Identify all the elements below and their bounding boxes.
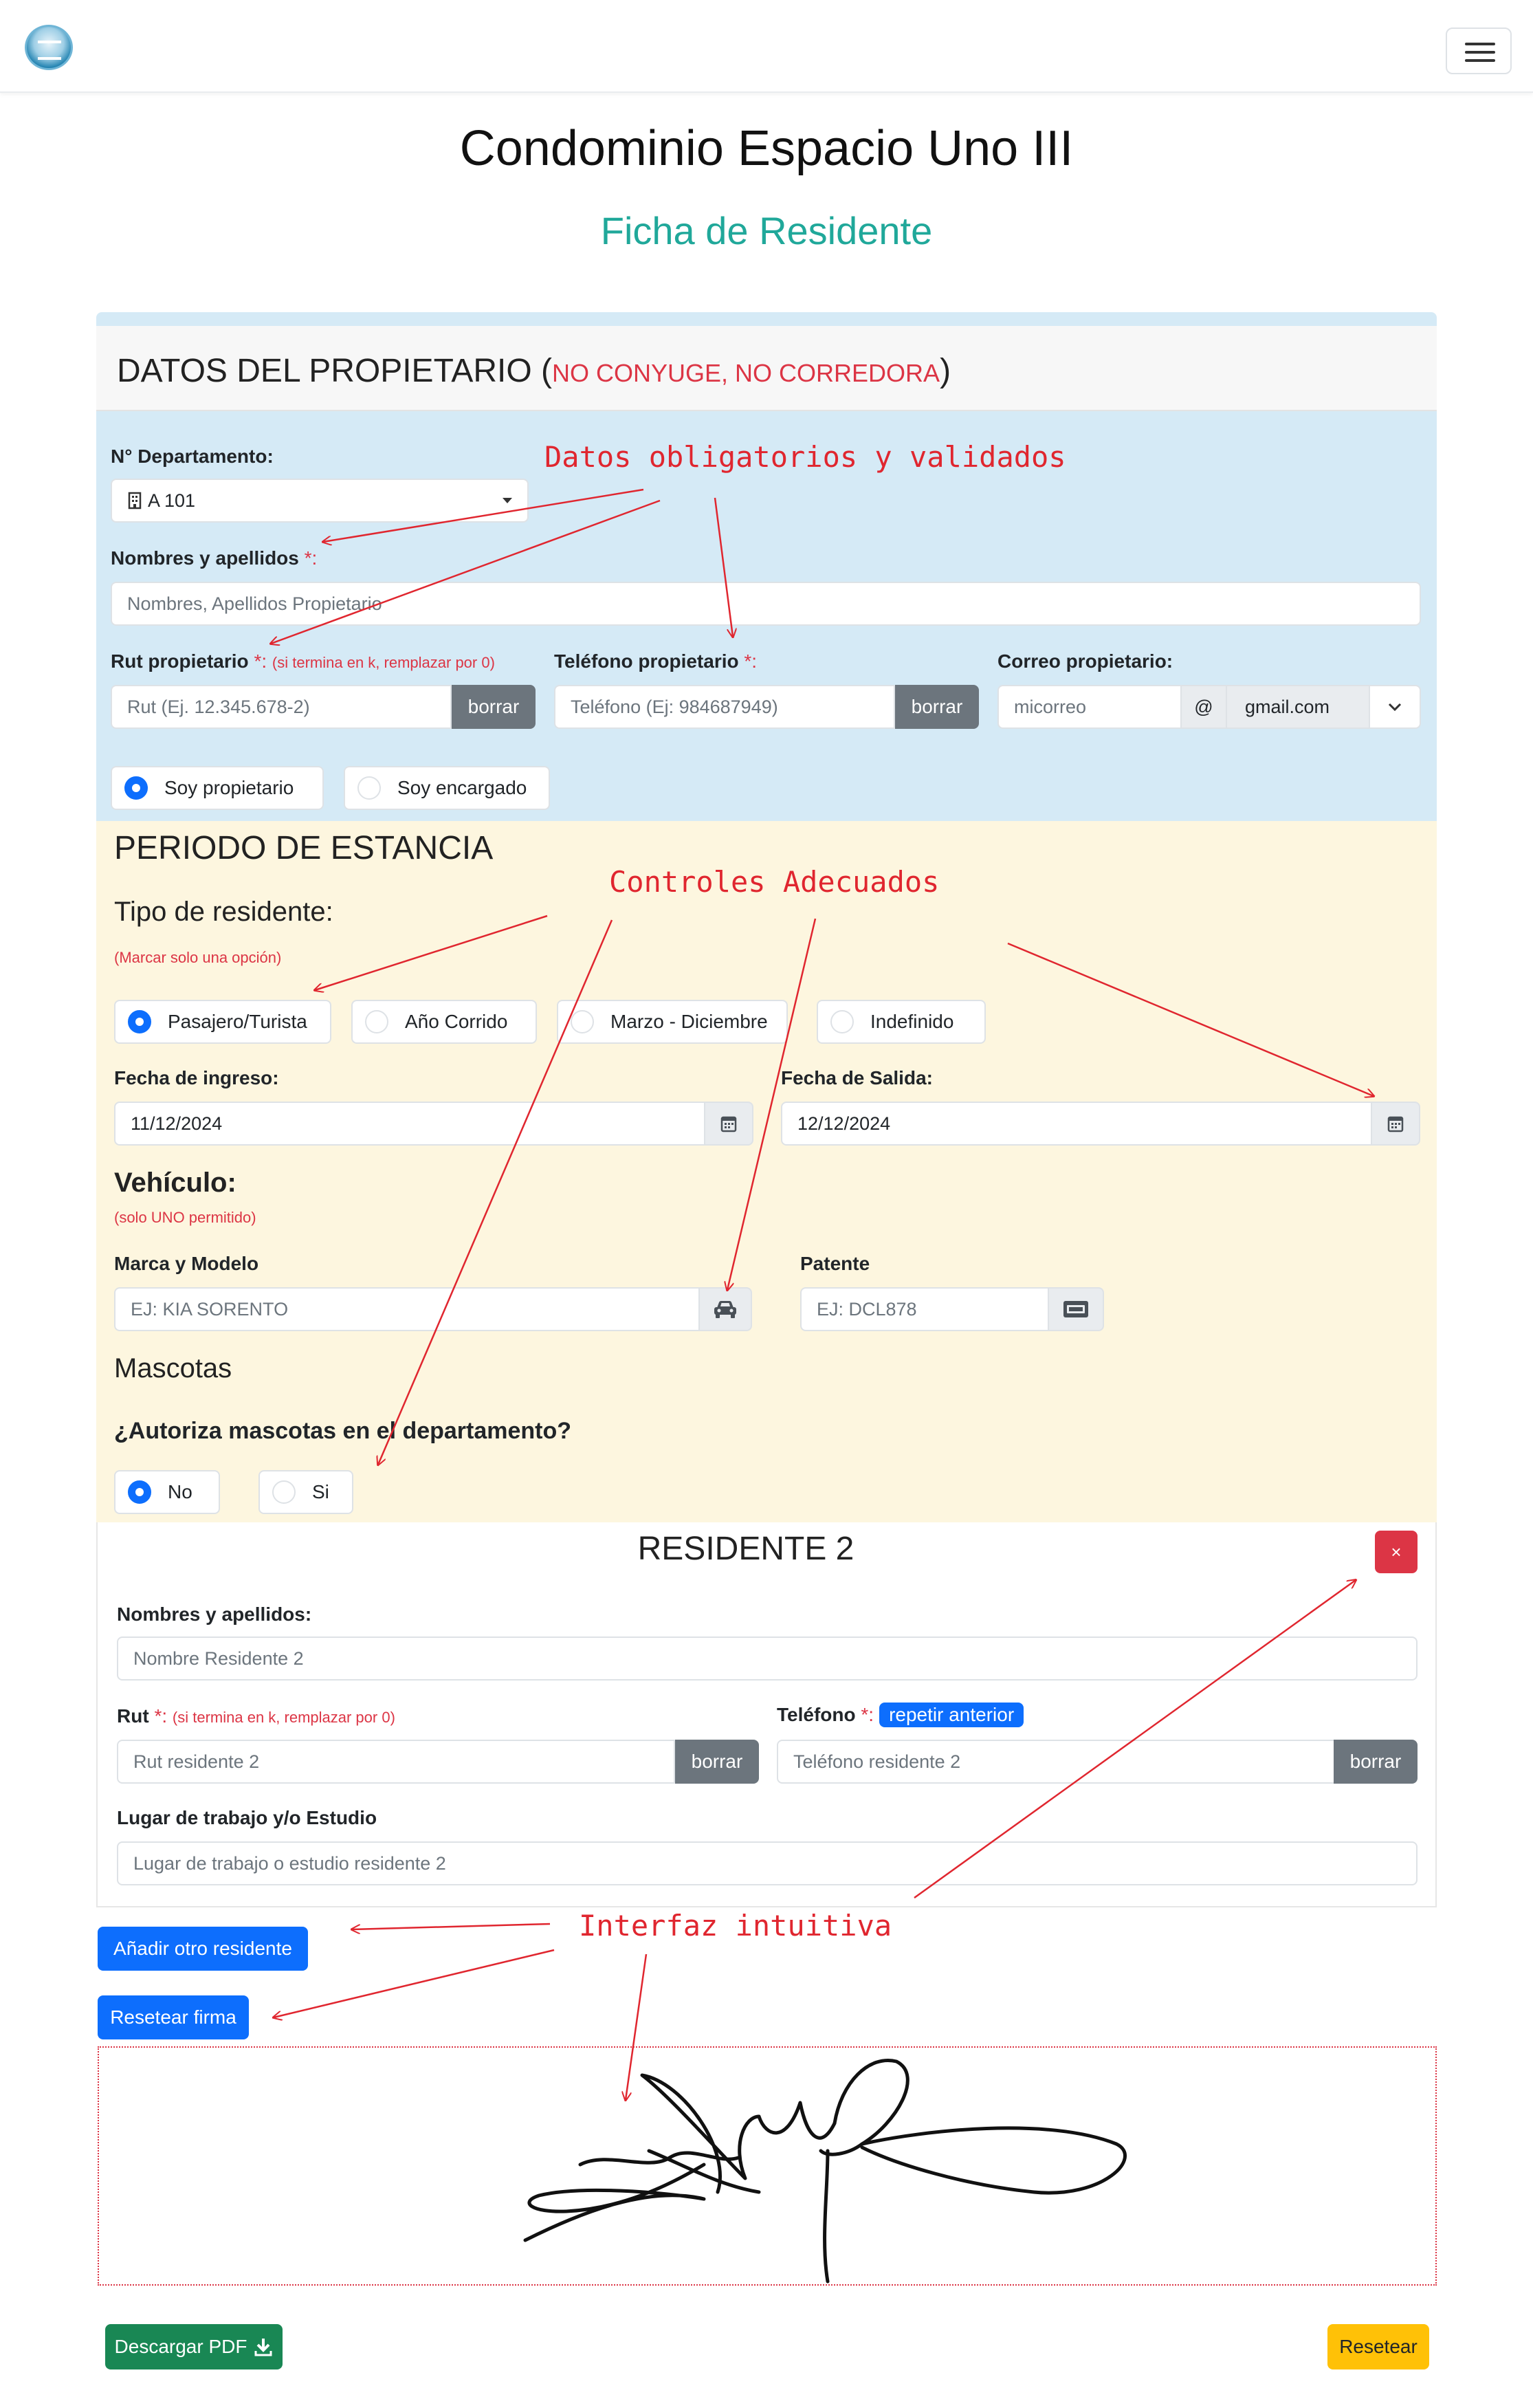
add-resident-button[interactable]: Añadir otro residente <box>98 1927 308 1971</box>
car-icon <box>714 1301 736 1318</box>
role-manager-option[interactable]: Soy encargado <box>344 766 550 810</box>
type-tourist-option[interactable]: Pasajero/Turista <box>114 1000 331 1044</box>
navbar <box>0 0 1533 93</box>
email-domain-dropdown[interactable] <box>1369 685 1421 729</box>
resident2-title: RESIDENTE 2 <box>637 1531 854 1567</box>
checkin-label: Fecha de ingreso: <box>114 1067 279 1088</box>
id-card-icon <box>1063 1301 1088 1317</box>
email-domain-select[interactable]: gmail.com <box>1226 685 1370 729</box>
calendar-icon <box>720 1116 737 1132</box>
owner-email-label: Correo propietario: <box>997 650 1173 672</box>
resident2-rut-input[interactable]: Rut residente 2 <box>117 1740 675 1784</box>
pets-yes-option[interactable]: Si <box>258 1470 353 1514</box>
resident-type-heading: Tipo de residente: <box>114 897 333 927</box>
annotation-controls: Controles Adecuados <box>609 865 940 899</box>
type-march-december-radio[interactable] <box>571 1010 594 1033</box>
reset-button[interactable]: Resetear <box>1327 2324 1429 2369</box>
role-owner-option[interactable]: Soy propietario <box>111 766 324 810</box>
dept-label: N° Departamento: <box>111 446 274 467</box>
role-owner-radio[interactable] <box>124 776 148 800</box>
resident2-rut-clear-button[interactable]: borrar <box>675 1740 759 1784</box>
type-year-radio[interactable] <box>365 1010 388 1033</box>
owner-name-label: Nombres y apellidos *: <box>111 547 318 569</box>
checkin-date-input[interactable]: 11/12/2024 <box>114 1102 705 1146</box>
owner-rut-label: Rut propietario *: (si termina en k, rem… <box>111 650 495 672</box>
brand-label: Marca y Modelo <box>114 1253 259 1274</box>
plate-label: Patente <box>800 1253 870 1274</box>
repeat-previous-button[interactable]: repetir anterior <box>879 1703 1024 1727</box>
role-manager-radio[interactable] <box>357 776 381 800</box>
resident2-work-label: Lugar de trabajo y/o Estudio <box>117 1807 377 1828</box>
signature-pad[interactable] <box>98 2046 1437 2286</box>
download-icon <box>254 2339 272 2356</box>
vehicle-note: (solo UNO permitido) <box>114 1209 256 1226</box>
resident2-rut-label: Rut *: (si termina en k, remplazar por 0… <box>117 1705 395 1727</box>
pets-yes-radio[interactable] <box>272 1480 296 1504</box>
annotation-intuitive: Interfaz intuitiva <box>579 1909 892 1942</box>
download-pdf-button[interactable]: Descargar PDF <box>105 2324 283 2369</box>
checkout-date-input[interactable]: 12/12/2024 <box>781 1102 1372 1146</box>
signature-drawing <box>523 2059 1127 2284</box>
plate-input[interactable]: EJ: DCL878 <box>800 1287 1049 1331</box>
dept-select[interactable]: A 101 <box>111 479 529 523</box>
logo[interactable] <box>25 25 73 70</box>
owner-heading: DATOS DEL PROPIETARIO (NO CONYUGE, NO CO… <box>117 353 951 389</box>
pets-no-radio[interactable] <box>128 1480 151 1504</box>
remove-resident-button[interactable]: × <box>1375 1531 1418 1573</box>
stay-heading: PERIODO DE ESTANCIA <box>114 830 494 866</box>
type-tourist-radio[interactable] <box>128 1010 151 1033</box>
owner-phone-label: Teléfono propietario *: <box>554 650 758 672</box>
caret-down-icon <box>503 498 512 503</box>
checkin-calendar-button[interactable] <box>704 1102 753 1146</box>
owner-phone-clear-button[interactable]: borrar <box>895 685 979 729</box>
checkout-calendar-button[interactable] <box>1371 1102 1420 1146</box>
owner-email-input[interactable]: micorreo <box>997 685 1182 729</box>
type-indefinite-option[interactable]: Indefinido <box>817 1000 986 1044</box>
vehicle-heading: Vehículo: <box>114 1168 236 1198</box>
resident2-phone-input[interactable]: Teléfono residente 2 <box>777 1740 1335 1784</box>
dept-value: A 101 <box>148 490 196 511</box>
pets-heading: Mascotas <box>114 1353 232 1383</box>
building-icon <box>128 492 142 510</box>
type-march-december-option[interactable]: Marzo - Diciembre <box>557 1000 788 1044</box>
page-title: Condominio Espacio Uno III <box>459 121 1074 176</box>
type-indefinite-radio[interactable] <box>830 1010 854 1033</box>
email-at-addon: @ <box>1180 685 1227 729</box>
pets-no-option[interactable]: No <box>114 1470 220 1514</box>
brand-model-input[interactable]: EJ: KIA SORENTO <box>114 1287 700 1331</box>
plate-addon <box>1048 1287 1104 1331</box>
hamburger-icon[interactable] <box>1446 28 1512 74</box>
annotation-required: Datos obligatorios y validados <box>544 440 1066 474</box>
owner-card-header: DATOS DEL PROPIETARIO (NO CONYUGE, NO CO… <box>96 326 1437 411</box>
owner-rut-clear-button[interactable]: borrar <box>452 685 536 729</box>
page-subtitle: Ficha de Residente <box>600 209 933 252</box>
checkout-label: Fecha de Salida: <box>781 1067 933 1088</box>
resident-type-note: (Marcar solo una opción) <box>114 949 282 966</box>
reset-signature-button[interactable]: Resetear firma <box>98 1995 249 2039</box>
resident2-name-label: Nombres y apellidos: <box>117 1603 312 1625</box>
chevron-down-icon <box>1388 703 1402 712</box>
owner-phone-input[interactable]: Teléfono (Ej: 984687949) <box>554 685 895 729</box>
resident2-work-input[interactable]: Lugar de trabajo o estudio residente 2 <box>117 1841 1418 1885</box>
owner-name-input[interactable]: Nombres, Apellidos Propietario <box>111 582 1421 626</box>
calendar-icon <box>1387 1116 1404 1132</box>
resident2-phone-label: Teléfono *: repetir anterior <box>777 1703 1024 1727</box>
car-addon <box>698 1287 752 1331</box>
pets-question: ¿Autoriza mascotas en el departamento? <box>114 1418 572 1444</box>
owner-rut-input[interactable]: Rut (Ej. 12.345.678-2) <box>111 685 452 729</box>
resident2-name-input[interactable]: Nombre Residente 2 <box>117 1637 1418 1681</box>
type-year-option[interactable]: Año Corrido <box>351 1000 537 1044</box>
resident2-phone-clear-button[interactable]: borrar <box>1334 1740 1418 1784</box>
